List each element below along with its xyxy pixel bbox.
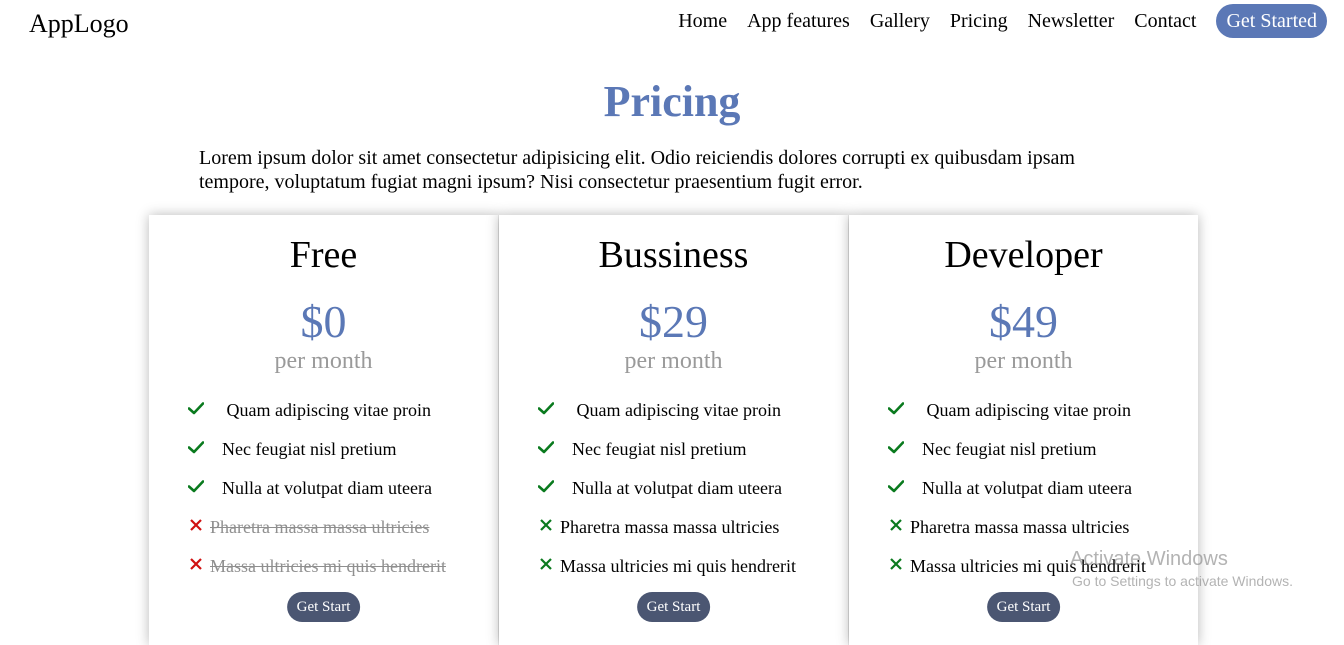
plan-price: $49 [989, 296, 1058, 347]
get-start-button[interactable]: Get Start [986, 592, 1061, 622]
feature-item: Nec feugiat nisl pretium [887, 430, 1146, 469]
check-icon [887, 400, 922, 421]
get-start-button[interactable]: Get Start [636, 592, 711, 622]
activation-watermark-title: Activate Windows [1070, 548, 1228, 570]
feature-item: Pharetra massa massa ultricies [188, 508, 446, 547]
pricing-cards: Free $0 per month Quam adipiscing vitae pr… [149, 215, 1199, 645]
feature-item: Quam adipiscing vitae proin [187, 391, 446, 430]
pricing-intro: Lorem ipsum dolor sit amet consectetur a… [199, 147, 1075, 193]
check-icon [187, 478, 222, 499]
feature-item: Nulla at volutpat diam uteera [187, 469, 446, 508]
nav-contact[interactable]: Contact [1134, 4, 1196, 38]
plan-price: $0 [300, 296, 347, 347]
check-icon [537, 439, 572, 460]
cross-icon [538, 556, 560, 577]
nav-home[interactable]: Home [678, 4, 727, 38]
feature-text: Massa ultricies mi quis hendrerit [210, 556, 446, 576]
nav-app-features[interactable]: App features [747, 4, 850, 38]
check-icon [887, 439, 922, 460]
plan-price: $29 [639, 296, 708, 347]
cross-icon [888, 556, 910, 577]
plan-name: Developer [944, 234, 1103, 276]
feature-item: Pharetra massa massa ultricies [538, 508, 796, 547]
feature-text: Nec feugiat nisl pretium [922, 439, 1097, 459]
nav-gallery[interactable]: Gallery [870, 4, 930, 38]
plan-period: per month [974, 348, 1073, 374]
check-icon [887, 478, 922, 499]
get-start-button[interactable]: Get Start [286, 592, 361, 622]
app-logo[interactable]: AppLogo [29, 9, 129, 39]
feature-item: Quam adipiscing vitae proin [887, 391, 1146, 430]
feature-text: Nec feugiat nisl pretium [222, 439, 397, 459]
feature-item: Nulla at volutpat diam uteera [537, 469, 796, 508]
cross-icon [188, 517, 210, 538]
cross-icon [538, 517, 560, 538]
feature-text: Quam adipiscing vitae proin [922, 400, 1131, 420]
feature-text: Quam adipiscing vitae proin [222, 400, 431, 420]
cross-icon [888, 517, 910, 538]
feature-text: Nulla at volutpat diam uteera [922, 478, 1132, 498]
plan-name: Bussiness [598, 234, 749, 276]
feature-text: Nec feugiat nisl pretium [572, 439, 747, 459]
feature-text: Pharetra massa massa ultricies [910, 517, 1130, 537]
feature-item: Pharetra massa massa ultricies [888, 508, 1146, 547]
main-nav: Home App features Gallery Pricing Newsle… [658, 4, 1327, 38]
pricing-card-business: Bussiness $29 per month Quam adipiscing vi… [499, 215, 848, 645]
feature-item: Nec feugiat nisl pretium [187, 430, 446, 469]
pricing-card-free: Free $0 per month Quam adipiscing vitae pr… [149, 215, 498, 645]
feature-text: Quam adipiscing vitae proin [572, 400, 781, 420]
cross-icon [188, 556, 210, 577]
feature-list: Quam adipiscing vitae proin Nec feugiat n… [537, 391, 796, 586]
check-icon [187, 400, 222, 421]
feature-text: Pharetra massa massa ultricies [560, 517, 780, 537]
feature-text: Pharetra massa massa ultricies [210, 517, 430, 537]
feature-list: Quam adipiscing vitae proin Nec feugiat n… [187, 391, 446, 586]
plan-name: Free [289, 234, 358, 276]
feature-item: Massa ultricies mi quis hendrerit [188, 547, 446, 586]
page-title: Pricing [603, 77, 741, 126]
feature-item: Nec feugiat nisl pretium [537, 430, 796, 469]
feature-text: Nulla at volutpat diam uteera [572, 478, 782, 498]
activation-watermark-subtitle: Go to Settings to activate Windows. [1072, 573, 1293, 589]
feature-item: Quam adipiscing vitae proin [537, 391, 796, 430]
feature-text: Nulla at volutpat diam uteera [222, 478, 432, 498]
feature-item: Massa ultricies mi quis hendrerit [538, 547, 796, 586]
nav-newsletter[interactable]: Newsletter [1028, 4, 1115, 38]
check-icon [537, 400, 572, 421]
feature-item: Nulla at volutpat diam uteera [887, 469, 1146, 508]
check-icon [537, 478, 572, 499]
nav-pricing[interactable]: Pricing [950, 4, 1008, 38]
plan-period: per month [624, 348, 723, 374]
plan-period: per month [274, 348, 373, 374]
feature-text: Massa ultricies mi quis hendrerit [560, 556, 796, 576]
check-icon [187, 439, 222, 460]
get-started-button[interactable]: Get Started [1216, 4, 1327, 38]
